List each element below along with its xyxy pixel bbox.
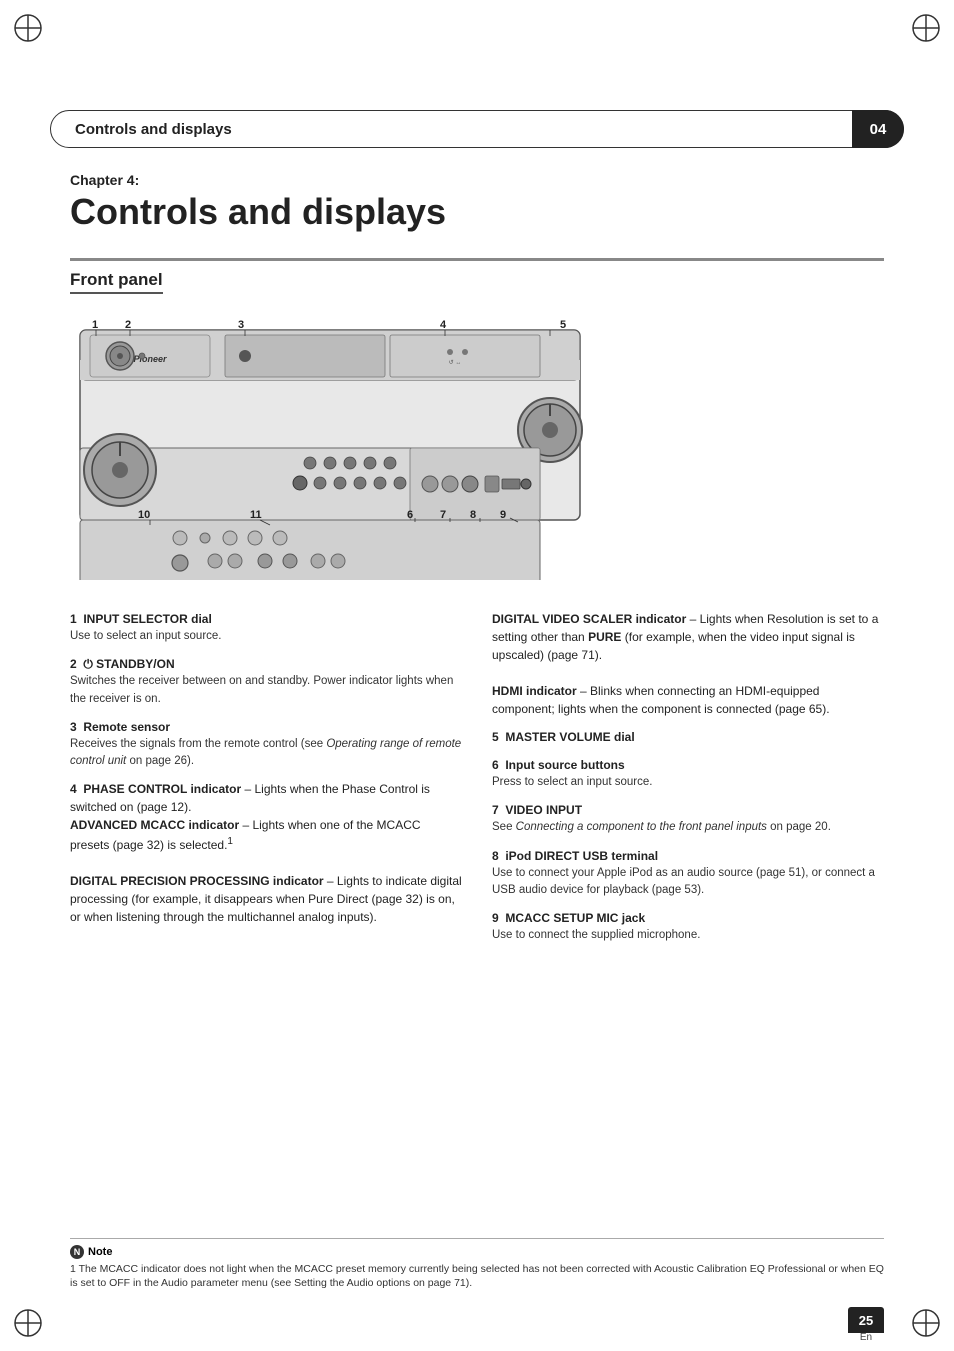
note-icon: N <box>70 1245 84 1259</box>
page-lang: En <box>848 1332 884 1343</box>
item-7: 7 VIDEO INPUT See Connecting a component… <box>492 801 884 836</box>
note-header: N Note <box>70 1245 884 1259</box>
svg-text:6: 6 <box>407 509 413 521</box>
item-9: 9 MCACC SETUP MIC jack Use to connect th… <box>492 909 884 944</box>
content-col-left: 1 INPUT SELECTOR dial Use to select an i… <box>70 610 462 954</box>
svg-text:10: 10 <box>138 509 150 521</box>
svg-text:1: 1 <box>92 319 98 331</box>
item-5: 5 MASTER VOLUME dial <box>492 728 884 746</box>
item-6: 6 Input source buttons Press to select a… <box>492 756 884 791</box>
diagram-area: Pioneer ↺ ↔ <box>70 300 590 580</box>
corner-mark-bl <box>12 1307 44 1339</box>
chapter-badge: 04 <box>852 110 904 148</box>
chapter-main: Controls and displays <box>70 192 446 232</box>
svg-text:8: 8 <box>470 509 476 521</box>
svg-text:2: 2 <box>125 319 131 331</box>
chapter-divider <box>70 258 884 261</box>
note-area: N Note 1 The MCACC indicator does not li… <box>70 1238 884 1291</box>
front-panel-heading: Front panel <box>70 270 163 294</box>
item-4-cont: DIGITAL VIDEO SCALER indicator – Lights … <box>492 610 884 718</box>
chapter-sub: Chapter 4: <box>70 172 446 188</box>
item-2: 2 ⏻ STANDBY/ON Switches the receiver bet… <box>70 655 462 708</box>
content-col-right: DIGITAL VIDEO SCALER indicator – Lights … <box>492 610 884 954</box>
chapter-heading: Chapter 4: Controls and displays <box>70 172 446 232</box>
item-4: 4 PHASE CONTROL indicator – Lights when … <box>70 780 462 926</box>
svg-text:11: 11 <box>250 509 262 521</box>
note-text: 1 The MCACC indicator does not light whe… <box>70 1262 884 1291</box>
header-title: Controls and displays <box>75 121 232 138</box>
svg-text:3: 3 <box>238 319 244 331</box>
svg-text:7: 7 <box>440 509 446 521</box>
svg-text:4: 4 <box>440 319 447 331</box>
item-3: 3 Remote sensor Receives the signals fro… <box>70 718 462 771</box>
item-8: 8 iPod DIRECT USB terminal Use to connec… <box>492 847 884 900</box>
corner-mark-tr <box>910 12 942 44</box>
page-number: 25 <box>848 1307 884 1333</box>
svg-text:Pioneer: Pioneer <box>133 354 167 364</box>
corner-mark-tl <box>12 12 44 44</box>
content-area: 1 INPUT SELECTOR dial Use to select an i… <box>70 610 884 954</box>
item-1: 1 INPUT SELECTOR dial Use to select an i… <box>70 610 462 645</box>
svg-text:9: 9 <box>500 509 506 521</box>
svg-text:↺ ↔: ↺ ↔ <box>449 359 462 366</box>
header-bar: Controls and displays <box>50 110 904 148</box>
note-label: Note <box>88 1246 112 1258</box>
corner-mark-br <box>910 1307 942 1339</box>
svg-text:5: 5 <box>560 319 566 331</box>
